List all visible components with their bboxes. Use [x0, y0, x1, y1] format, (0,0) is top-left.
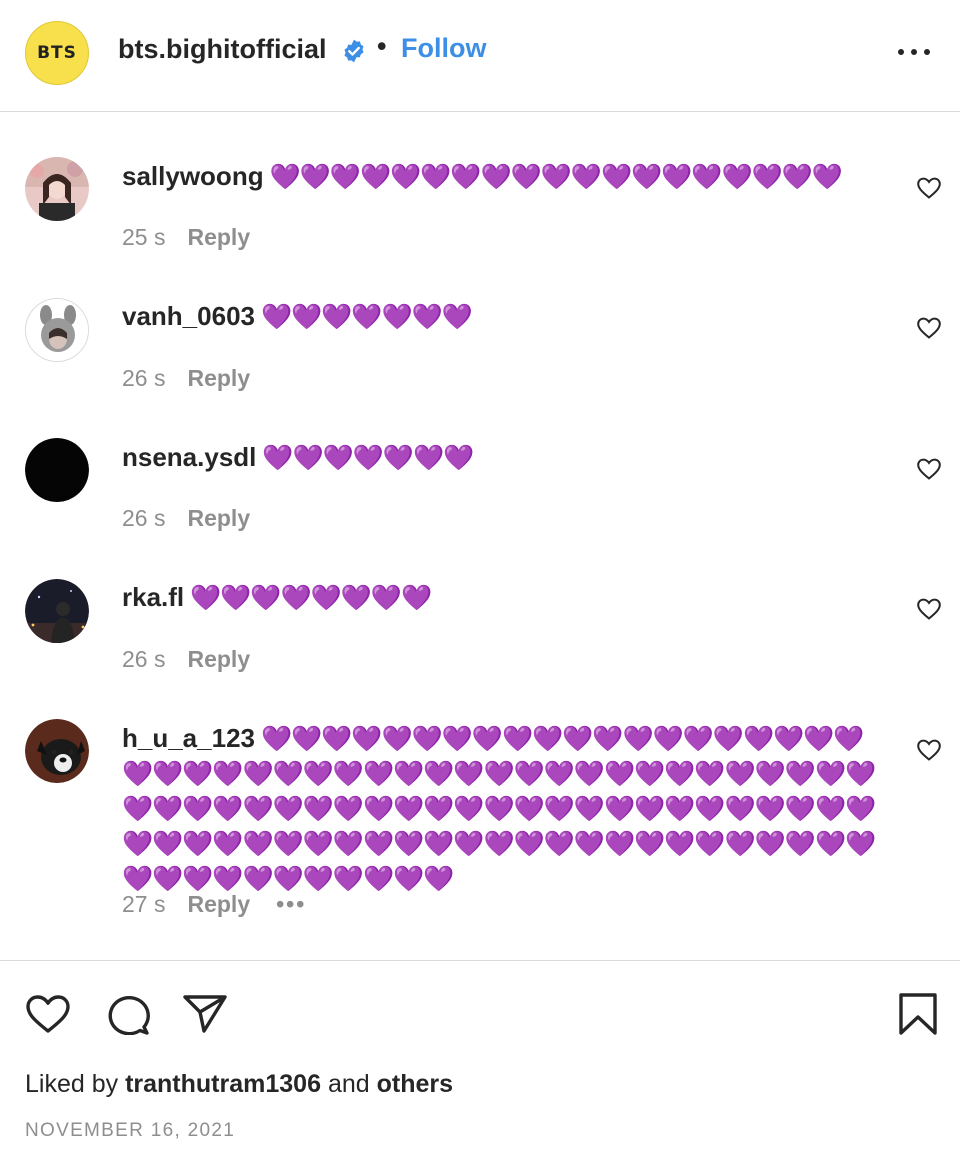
account-avatar[interactable]: BTS	[25, 21, 89, 85]
post-header: BTS bts.bighitofficial • Follow	[0, 0, 960, 112]
likes-others-link[interactable]: others	[377, 1070, 453, 1098]
commenter-avatar[interactable]	[25, 157, 89, 221]
comment-like-heart-icon[interactable]	[916, 738, 942, 762]
actions-divider	[0, 960, 960, 961]
comment-text: 💜💜💜💜💜💜💜💜	[190, 583, 432, 612]
reply-button[interactable]: Reply	[187, 891, 250, 917]
commenter-avatar[interactable]	[25, 298, 89, 362]
comment-meta: 26 s Reply	[122, 365, 250, 392]
post-date[interactable]: NOVEMBER 16, 2021	[25, 1120, 235, 1142]
comment-more-icon[interactable]: •••	[276, 891, 306, 917]
heart-icon[interactable]	[25, 993, 71, 1035]
comment-username[interactable]: h_u_a_123	[122, 723, 255, 753]
header-separator: •	[377, 31, 387, 61]
comment-username[interactable]: vanh_0603	[122, 301, 255, 331]
more-horizontal-icon[interactable]	[896, 40, 932, 64]
comment-time[interactable]: 26 s	[122, 646, 165, 672]
comment-body: rka.fl 💜💜💜💜💜💜💜💜	[122, 580, 882, 615]
reply-button[interactable]: Reply	[187, 505, 250, 531]
comment-text: 💜💜💜💜💜💜💜	[260, 302, 473, 331]
comment-meta: 26 s Reply	[122, 646, 250, 673]
comment-time[interactable]: 26 s	[122, 505, 165, 531]
header-username[interactable]: bts.bighitofficial	[118, 34, 327, 65]
comment-time[interactable]: 27 s	[122, 891, 165, 917]
likes-middle: and	[327, 1070, 370, 1098]
commenter-avatar[interactable]	[25, 579, 89, 643]
reply-button[interactable]: Reply	[187, 224, 250, 250]
comment-meta: 27 s Reply •••	[122, 891, 306, 918]
follow-button[interactable]: Follow	[401, 33, 486, 64]
comment-meta: 25 s Reply	[122, 224, 250, 251]
comment-body: h_u_a_123 💜💜💜💜💜💜💜💜💜💜💜💜💜💜💜💜💜💜💜💜💜💜💜💜💜💜💜💜💜💜💜…	[122, 721, 882, 896]
comment-username[interactable]: rka.fl	[122, 582, 184, 612]
comment-like-heart-icon[interactable]	[916, 597, 942, 621]
commenter-avatar[interactable]	[25, 438, 89, 502]
comment-time[interactable]: 26 s	[122, 365, 165, 391]
comment-body: vanh_0603 💜💜💜💜💜💜💜	[122, 299, 882, 334]
comment-like-heart-icon[interactable]	[916, 316, 942, 340]
comment-body: nsena.ysdl 💜💜💜💜💜💜💜	[122, 440, 882, 475]
paper-plane-icon[interactable]	[182, 993, 228, 1035]
comment-text: 💜💜💜💜💜💜💜	[262, 443, 474, 472]
comment-meta: 26 s Reply	[122, 505, 250, 532]
comment-body: sallywoong 💜💜💜💜💜💜💜💜💜💜💜💜💜💜💜💜💜💜💜	[122, 159, 882, 194]
bookmark-icon[interactable]	[895, 993, 941, 1035]
likes-summary: Liked by tranthutram1306 and others	[25, 1070, 453, 1099]
comment-bubble-icon[interactable]	[104, 993, 150, 1035]
comment-username[interactable]: nsena.ysdl	[122, 442, 256, 472]
reply-button[interactable]: Reply	[187, 365, 250, 391]
reply-button[interactable]: Reply	[187, 646, 250, 672]
comment-time[interactable]: 25 s	[122, 224, 165, 250]
comment-username[interactable]: sallywoong	[122, 161, 264, 191]
comment-like-heart-icon[interactable]	[916, 457, 942, 481]
comment-like-heart-icon[interactable]	[916, 176, 942, 200]
commenter-avatar[interactable]	[25, 719, 89, 783]
likes-prefix: Liked by	[25, 1070, 119, 1098]
verified-badge-icon	[344, 39, 364, 63]
comment-text: 💜💜💜💜💜💜💜💜💜💜💜💜💜💜💜💜💜💜💜	[269, 162, 843, 191]
likes-user-link[interactable]: tranthutram1306	[125, 1070, 321, 1098]
